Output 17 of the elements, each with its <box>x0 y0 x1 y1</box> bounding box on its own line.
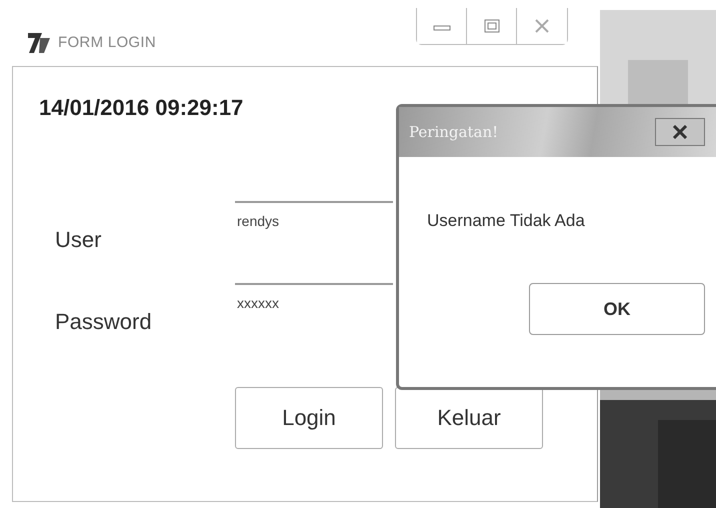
close-button[interactable] <box>655 118 705 146</box>
input-field[interactable]: rendys <box>235 201 393 273</box>
minimize-button[interactable] <box>417 8 467 44</box>
dialog-message: Username Tidak Ada <box>427 211 586 231</box>
ok-button[interactable]: OK <box>529 283 705 335</box>
close-icon <box>672 125 688 139</box>
window-title: FORM LOGIN <box>58 34 156 50</box>
close-icon <box>534 19 550 33</box>
maximize-icon <box>484 19 500 33</box>
login-button[interactable]: Login <box>235 387 383 449</box>
field-label: User <box>54 226 102 254</box>
dialog-title: Peringatan! <box>409 123 498 141</box>
exit-button[interactable]: Keluar <box>395 387 543 449</box>
app-icon <box>26 30 52 54</box>
datetime-text: 14/01/2016 09:29:17 <box>39 95 244 121</box>
field-label: Password <box>54 308 153 336</box>
input-field[interactable]: xxxxxx <box>235 283 393 355</box>
